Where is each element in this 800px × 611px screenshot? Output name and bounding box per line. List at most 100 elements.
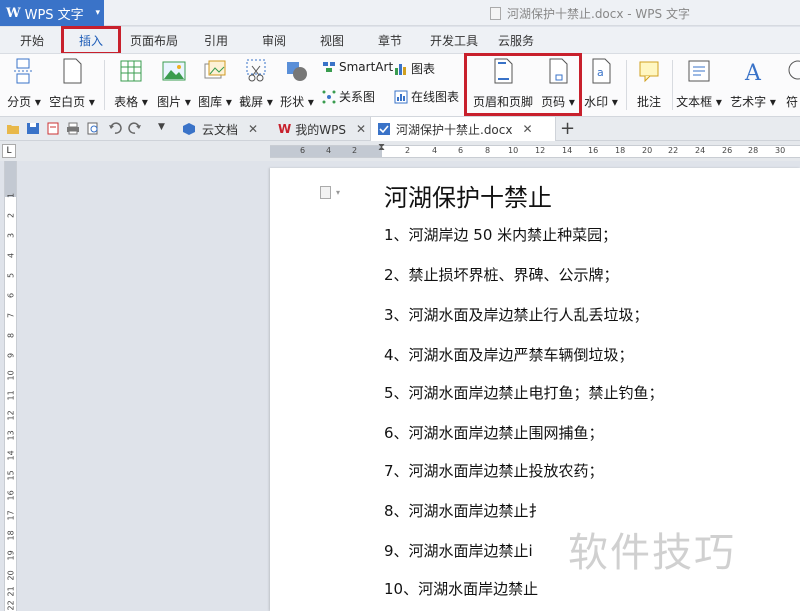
doc-tab-my-wps[interactable]: W 我的WPS ✕ [272, 117, 368, 141]
tab-view[interactable]: 视图 [320, 32, 344, 49]
ruler-tick: 30 [775, 146, 786, 155]
picture-icon [162, 61, 186, 81]
document-line[interactable]: 2、禁止损坏界桩、界碑、公示牌； [384, 264, 619, 285]
online-chart-button[interactable]: 在线图表 [394, 88, 459, 105]
close-icon[interactable]: ✕ [522, 122, 532, 136]
open-folder-icon[interactable] [6, 122, 20, 135]
ruler-tick: 5 [6, 272, 16, 279]
document-line[interactable]: 5、河湖水面岸边禁止电打鱼；禁止钓鱼； [384, 382, 664, 403]
svg-text:A: A [744, 61, 762, 84]
symbol-icon [788, 60, 800, 80]
tab-page-layout[interactable]: 页面布局 [130, 32, 178, 49]
comment-button[interactable]: 批注 [632, 58, 666, 110]
paragraph-marker-icon[interactable] [320, 186, 331, 199]
chart-button[interactable]: 图表 [394, 60, 435, 77]
ruler-tick: 12 [535, 146, 546, 155]
ribbon-separator [626, 60, 627, 110]
symbol-button[interactable]: 符 [784, 58, 800, 110]
close-icon[interactable]: ✕ [356, 122, 366, 136]
undo-icon[interactable] [108, 122, 122, 135]
wps-logo-icon: W [6, 5, 21, 21]
horizontal-ruler[interactable]: 6 4 2 ⧗ 2 4 6 8 10 12 14 16 18 20 22 24 … [270, 142, 800, 158]
table-icon [120, 60, 142, 82]
close-icon[interactable]: ✕ [248, 122, 258, 136]
watermark-button[interactable]: a 水印 ▾ [582, 58, 620, 110]
blank-page-button[interactable]: 空白页 ▾ [48, 58, 96, 110]
document-line[interactable]: 8、河湖水面岸边禁止扌 [384, 500, 544, 521]
print-preview-icon[interactable] [86, 122, 100, 135]
ruler-tick: 20 [6, 570, 16, 581]
textbox-button[interactable]: 文本框 ▾ [676, 58, 722, 110]
page-break-icon [14, 58, 34, 84]
vertical-ruler[interactable]: 1 2 3 4 5 6 7 8 9 10 11 12 13 14 15 16 1… [4, 161, 17, 611]
relation-diagram-button[interactable]: 关系图 [322, 88, 375, 105]
textbox-icon [688, 60, 710, 82]
relation-icon [322, 90, 336, 103]
ruler-row: L 6 4 2 ⧗ 2 4 6 8 10 12 14 16 18 20 22 2… [0, 141, 800, 161]
ruler-tick: 13 [6, 430, 16, 441]
ruler-tick: 21 [6, 586, 16, 597]
tab-review[interactable]: 审阅 [262, 32, 286, 49]
cloud-doc-icon [183, 123, 195, 135]
ruler-tick: 16 [6, 490, 16, 501]
table-button[interactable]: 表格 ▾ [112, 58, 150, 110]
quick-access-dropdown-icon[interactable]: ▼ [158, 122, 165, 132]
document-line[interactable]: 3、河湖水面及岸边禁止行人乱丢垃圾； [384, 304, 649, 325]
tab-home[interactable]: 开始 [20, 32, 44, 49]
print-icon[interactable] [66, 122, 80, 135]
document-icon [490, 7, 501, 20]
picture-button[interactable]: 图片 ▾ [155, 58, 193, 110]
ruler-tick: 12 [6, 410, 16, 421]
online-chart-icon [394, 90, 408, 103]
header-footer-highlight [464, 53, 582, 116]
save-icon[interactable] [26, 122, 40, 135]
wordart-button[interactable]: A 艺术字 ▾ [728, 58, 778, 110]
document-line[interactable]: 7、河湖水面岸边禁止投放农药； [384, 460, 604, 481]
document-line[interactable]: 10、河湖水面岸边禁止 [384, 578, 538, 599]
ruler-tick: 14 [6, 450, 16, 461]
doc-tab-cloud[interactable]: 云文档 ✕ [176, 117, 268, 141]
shape-button[interactable]: 形状 ▾ [278, 58, 316, 110]
page-break-button[interactable]: 分页 ▾ [6, 58, 42, 110]
wordart-icon: A [744, 61, 762, 86]
tab-references[interactable]: 引用 [204, 32, 228, 49]
new-tab-icon[interactable]: + [560, 118, 575, 139]
tab-stop-selector[interactable]: L [2, 144, 16, 158]
chevron-down-icon[interactable]: ▾ [336, 188, 340, 197]
ruler-tick: 22 [6, 600, 16, 611]
document-line[interactable]: 9、河湖水面岸边禁止i [384, 540, 533, 561]
svg-text:a: a [597, 66, 604, 79]
screenshot-button[interactable]: 截屏 ▾ [237, 58, 275, 110]
ruler-tick: 4 [6, 252, 16, 259]
ruler-tick: 10 [6, 370, 16, 381]
ruler-tick: 10 [508, 146, 519, 155]
document-line[interactable]: 6、河湖水面岸边禁止围网捕鱼； [384, 422, 604, 443]
ruler-tick: 3 [6, 232, 16, 239]
ruler-tick: 17 [6, 510, 16, 521]
comment-icon [639, 61, 659, 83]
redo-icon[interactable] [128, 122, 142, 135]
tab-chapter[interactable]: 章节 [378, 32, 402, 49]
app-menu-button[interactable]: W WPS 文字 ▾ [0, 0, 104, 26]
ribbon: 分页 ▾ 空白页 ▾ 表格 ▾ 图片 ▾ 图库 ▾ 截屏 ▾ 形状 ▾ Smar… [0, 53, 800, 117]
tab-developer[interactable]: 开发工具 [430, 32, 478, 49]
ribbon-separator [672, 60, 673, 110]
indent-marker-icon[interactable]: ⧗ [378, 142, 385, 153]
ruler-tick: 7 [6, 312, 16, 319]
document-title[interactable]: 河湖保护十禁止 [384, 178, 552, 213]
gallery-button[interactable]: 图库 ▾ [196, 58, 234, 110]
ruler-tick: 16 [588, 146, 599, 155]
document-line[interactable]: 4、河湖水面及岸边严禁车辆倒垃圾； [384, 344, 634, 365]
app-name: WPS 文字 [24, 7, 84, 23]
bar-chart-icon [395, 63, 406, 75]
site-watermark: 软件技巧 [568, 530, 736, 576]
document-tab-icon [378, 123, 390, 135]
ruler-tick: 6 [300, 146, 306, 155]
document-line[interactable]: 1、河湖岸边 50 米内禁止种菜园； [384, 224, 617, 245]
ruler-tick: 4 [326, 146, 332, 155]
smartart-button[interactable]: SmartArt [322, 60, 393, 74]
ruler-tick: 11 [6, 390, 16, 401]
doc-tab-document[interactable]: 河湖保护十禁止.docx ✕ [370, 117, 556, 141]
export-pdf-icon[interactable] [46, 122, 60, 135]
tab-cloud-service[interactable]: 云服务 [498, 32, 534, 49]
